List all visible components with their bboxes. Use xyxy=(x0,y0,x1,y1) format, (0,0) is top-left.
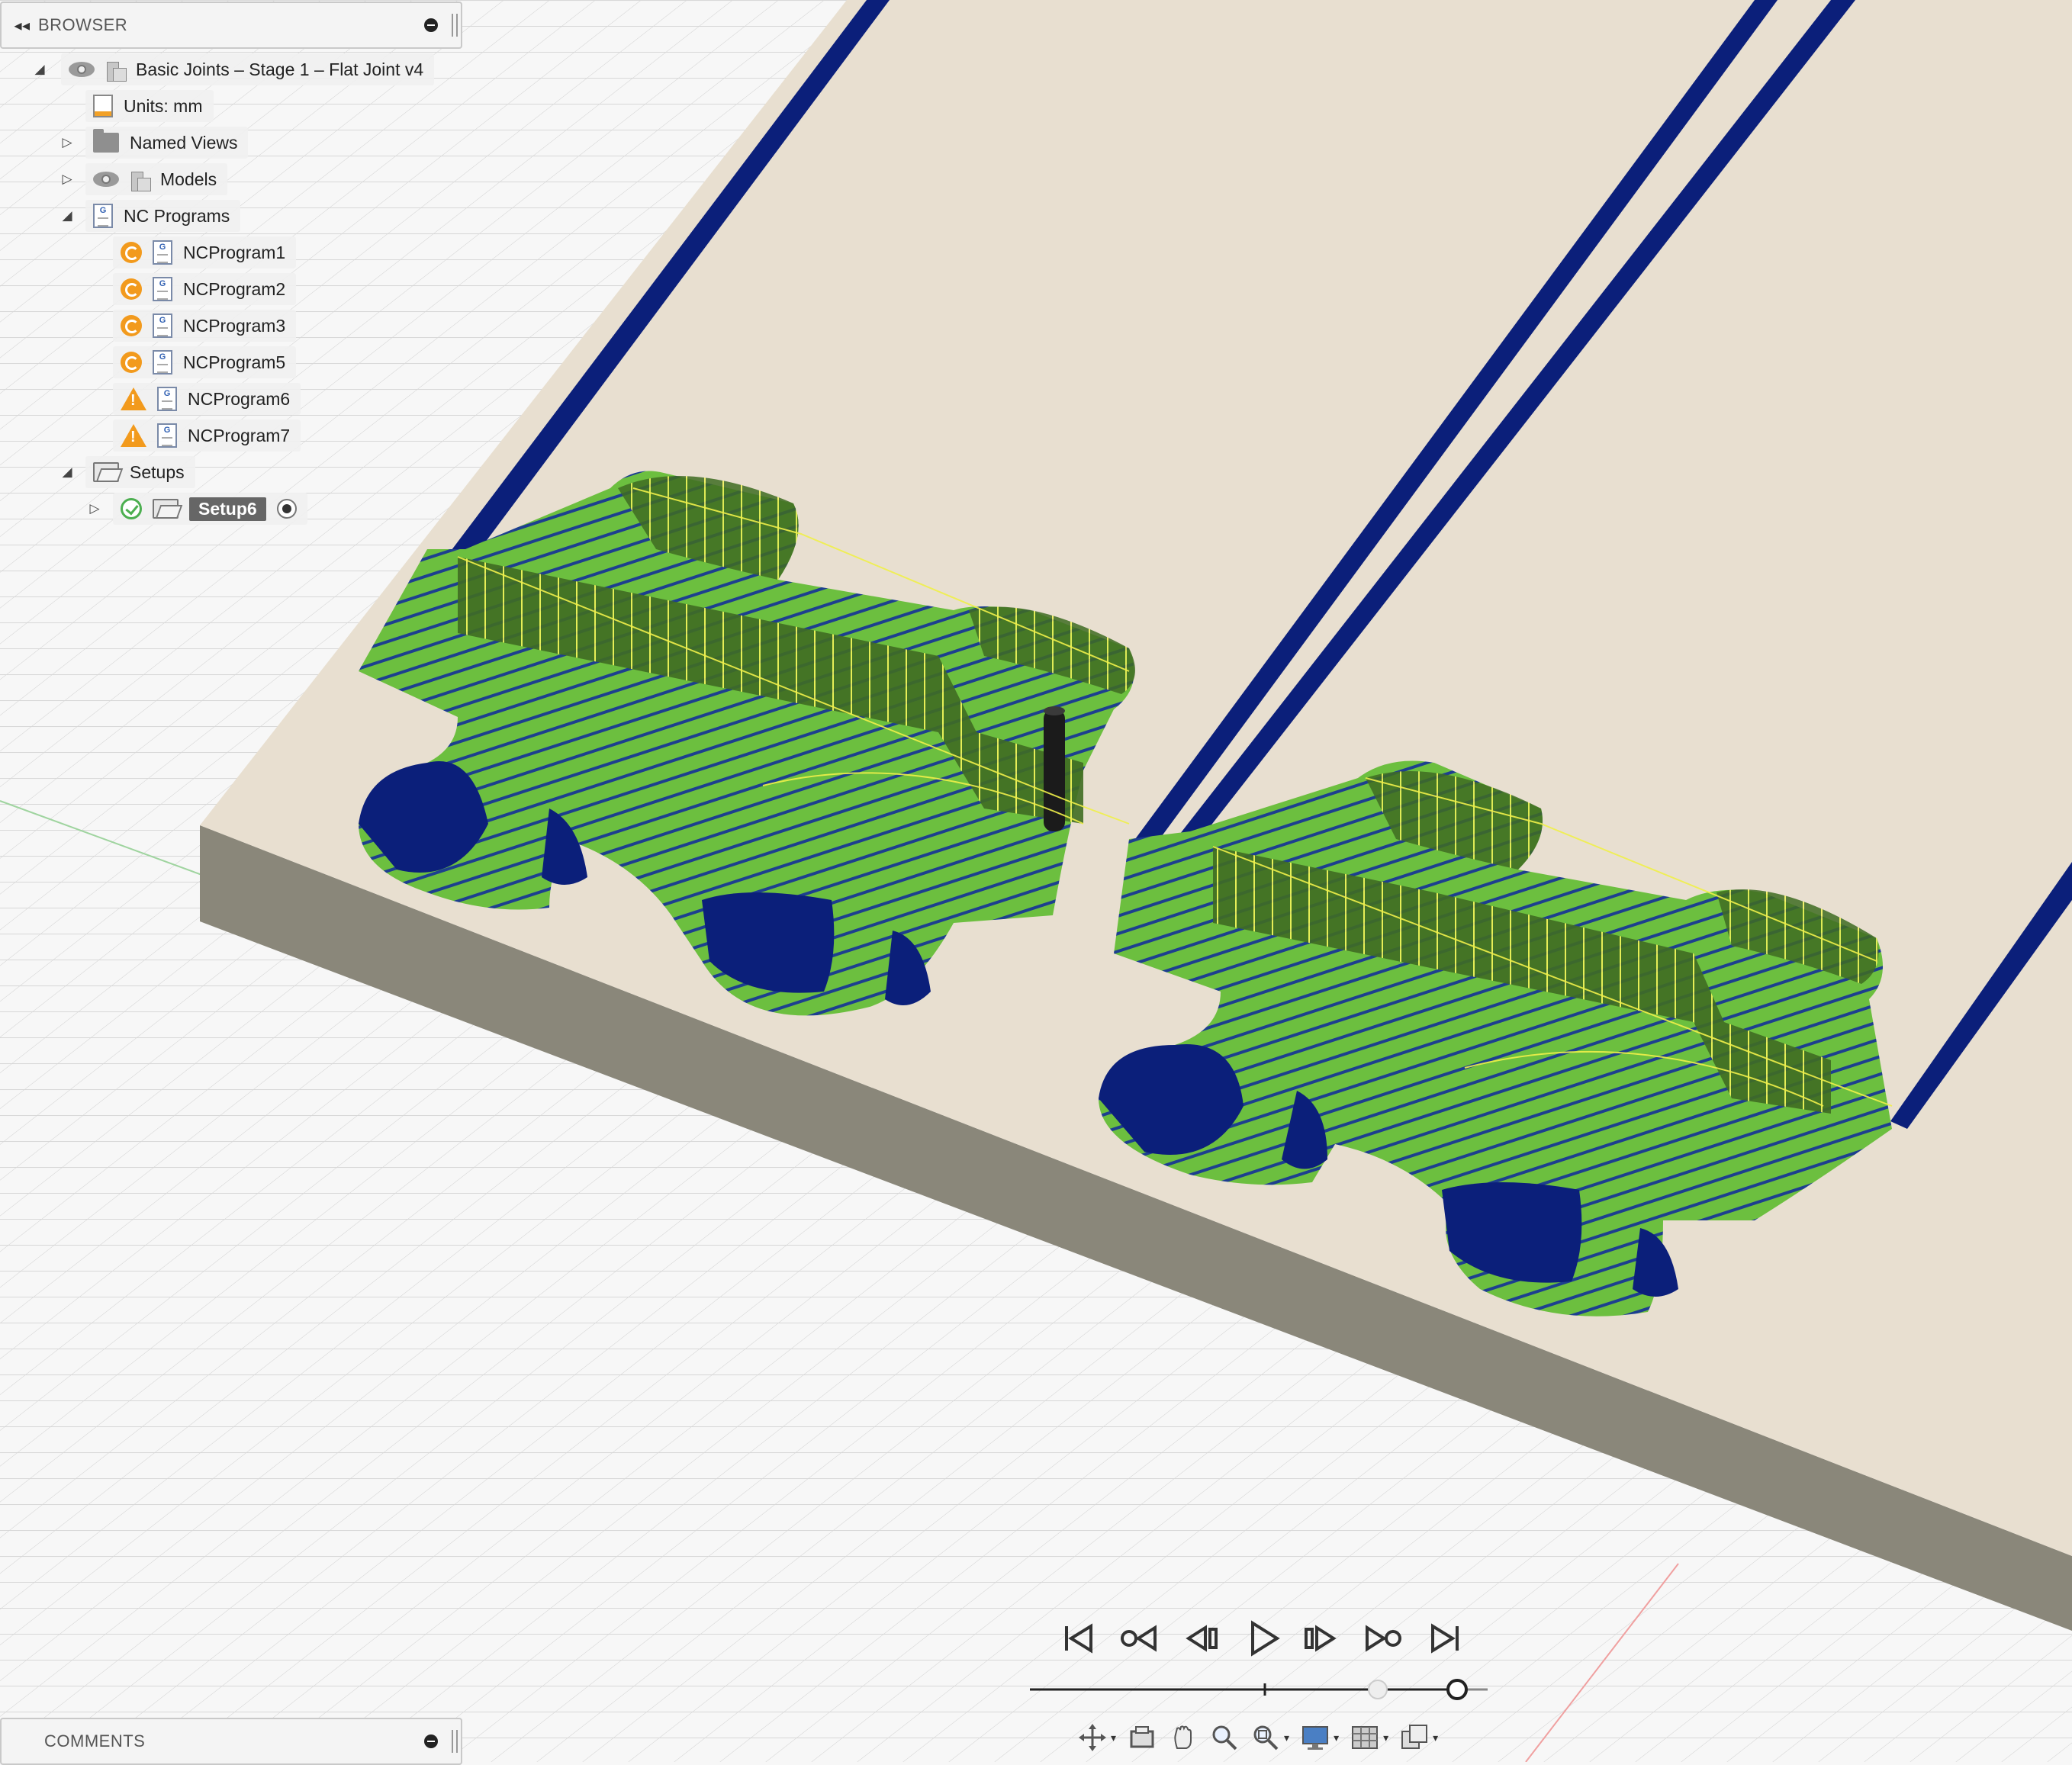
nc-program-label: NCProgram5 xyxy=(183,352,286,372)
setup-label: Setup6 xyxy=(189,497,266,521)
orbit-icon[interactable]: ▾ xyxy=(1077,1722,1116,1753)
eye-icon[interactable] xyxy=(69,62,95,77)
timeline-handle xyxy=(1446,1679,1468,1700)
browser-panel-header: ◂◂ BROWSER xyxy=(0,2,462,49)
nc-program-item[interactable]: G NCProgram3 xyxy=(113,309,297,342)
tree-item-label: Named Views xyxy=(130,132,238,153)
browser-title: BROWSER xyxy=(38,15,128,34)
generated-status-icon xyxy=(121,352,142,373)
nc-program-item[interactable]: G NCProgram6 xyxy=(113,382,301,416)
tree-item-nc-programs[interactable]: ◢ G NC Programs xyxy=(58,199,241,233)
dropdown-caret-icon[interactable]: ▾ xyxy=(1433,1731,1438,1744)
expand-triangle-icon[interactable]: ◢ xyxy=(31,62,49,77)
navigation-bar: ▾ ▾ ▾ ▾ ▾ xyxy=(1077,1722,1438,1753)
document-settings-icon xyxy=(93,95,113,117)
step-back-icon[interactable] xyxy=(1181,1617,1224,1660)
expand-triangle-icon[interactable]: ◢ xyxy=(58,208,76,223)
dropdown-caret-icon[interactable]: ▾ xyxy=(1111,1731,1116,1744)
g-code-file-icon: G xyxy=(93,204,113,228)
nc-program-label: NCProgram6 xyxy=(188,388,291,409)
check-circle-icon xyxy=(121,498,142,519)
nc-program-label: NCProgram7 xyxy=(188,425,291,445)
nc-program-item[interactable]: G NCProgram7 xyxy=(113,419,301,452)
folder-open-icon xyxy=(93,462,119,482)
tree-item-label: Models xyxy=(160,169,217,189)
next-operation-icon[interactable] xyxy=(1361,1617,1404,1660)
nc-program-item[interactable]: G NCProgram5 xyxy=(113,346,297,379)
nc-program-label: NCProgram1 xyxy=(183,242,286,262)
nc-program-label: NCProgram2 xyxy=(183,278,286,299)
tree-root-label: Basic Joints – Stage 1 – Flat Joint v4 xyxy=(136,59,424,79)
g-code-file-icon: G xyxy=(153,277,172,301)
cutting-tool xyxy=(1044,709,1065,831)
nc-program-label: NCProgram3 xyxy=(183,315,286,336)
eye-icon[interactable] xyxy=(93,172,119,187)
step-forward-icon[interactable] xyxy=(1298,1617,1341,1660)
warning-icon xyxy=(121,387,146,410)
setup-item[interactable]: ▷ Setup6 xyxy=(85,492,307,526)
zoom-icon[interactable] xyxy=(1209,1722,1240,1753)
skip-to-end-icon[interactable] xyxy=(1424,1617,1466,1660)
warning-icon xyxy=(121,424,146,447)
g-code-file-icon: G xyxy=(153,350,172,375)
active-radio-icon[interactable] xyxy=(276,499,297,519)
tree-item-named-views[interactable]: ▷ Named Views xyxy=(58,126,249,159)
expand-triangle-icon[interactable]: ▷ xyxy=(85,501,104,516)
pan-icon[interactable] xyxy=(1168,1722,1198,1753)
g-code-file-icon: G xyxy=(157,387,177,411)
previous-operation-icon[interactable] xyxy=(1118,1617,1161,1660)
g-code-file-icon: G xyxy=(157,423,177,448)
g-code-file-icon: G xyxy=(153,240,172,265)
add-comment-icon[interactable] xyxy=(424,1734,438,1748)
look-at-icon[interactable] xyxy=(1127,1722,1157,1753)
dropdown-caret-icon[interactable]: ▾ xyxy=(1383,1731,1388,1744)
panel-resize-grip[interactable] xyxy=(452,14,458,37)
tree-item-label: Setups xyxy=(130,461,185,482)
g-code-file-icon: G xyxy=(153,313,172,338)
tree-item-setups[interactable]: ◢ Setups xyxy=(58,455,195,489)
folder-icon xyxy=(93,129,119,153)
playback-timeline[interactable] xyxy=(1022,1674,1495,1705)
generated-status-icon xyxy=(121,242,142,263)
dropdown-caret-icon[interactable]: ▾ xyxy=(1284,1731,1289,1744)
skip-to-start-icon[interactable] xyxy=(1057,1617,1100,1660)
nc-program-item[interactable]: G NCProgram1 xyxy=(113,236,297,269)
expand-triangle-icon[interactable]: ▷ xyxy=(58,135,76,150)
tree-item-label: NC Programs xyxy=(124,205,230,226)
folder-open-icon xyxy=(153,499,179,519)
grid-icon[interactable]: ▾ xyxy=(1350,1722,1388,1753)
collapse-panel-icon[interactable]: ◂◂ xyxy=(6,16,38,35)
tree-root[interactable]: ◢ Basic Joints – Stage 1 – Flat Joint v4 xyxy=(31,53,435,86)
tree-item-label: Units: mm xyxy=(124,95,203,116)
tree-item-units[interactable]: Units: mm xyxy=(85,89,214,123)
display-settings-icon[interactable]: ▾ xyxy=(1300,1722,1339,1753)
fit-icon[interactable]: ▾ xyxy=(1250,1722,1289,1753)
panel-resize-grip[interactable] xyxy=(452,1730,458,1753)
comments-panel-header[interactable]: COMMENTS xyxy=(0,1718,462,1765)
play-icon[interactable] xyxy=(1242,1617,1285,1660)
comments-title: COMMENTS xyxy=(44,1731,146,1751)
pin-panel-icon[interactable] xyxy=(424,18,438,32)
nc-program-item[interactable]: G NCProgram2 xyxy=(113,272,297,306)
3d-viewport[interactable] xyxy=(0,0,2072,1762)
component-icon xyxy=(130,169,151,191)
tree-item-models[interactable]: ▷ Models xyxy=(58,162,228,196)
generated-status-icon xyxy=(121,278,142,300)
expand-triangle-icon[interactable]: ◢ xyxy=(58,465,76,480)
component-icon xyxy=(105,59,127,82)
expand-triangle-icon[interactable]: ▷ xyxy=(58,172,76,187)
dropdown-caret-icon[interactable]: ▾ xyxy=(1334,1731,1339,1744)
viewports-icon[interactable]: ▾ xyxy=(1399,1722,1438,1753)
cutting-tool-top xyxy=(1044,706,1065,715)
generated-status-icon xyxy=(121,315,142,336)
